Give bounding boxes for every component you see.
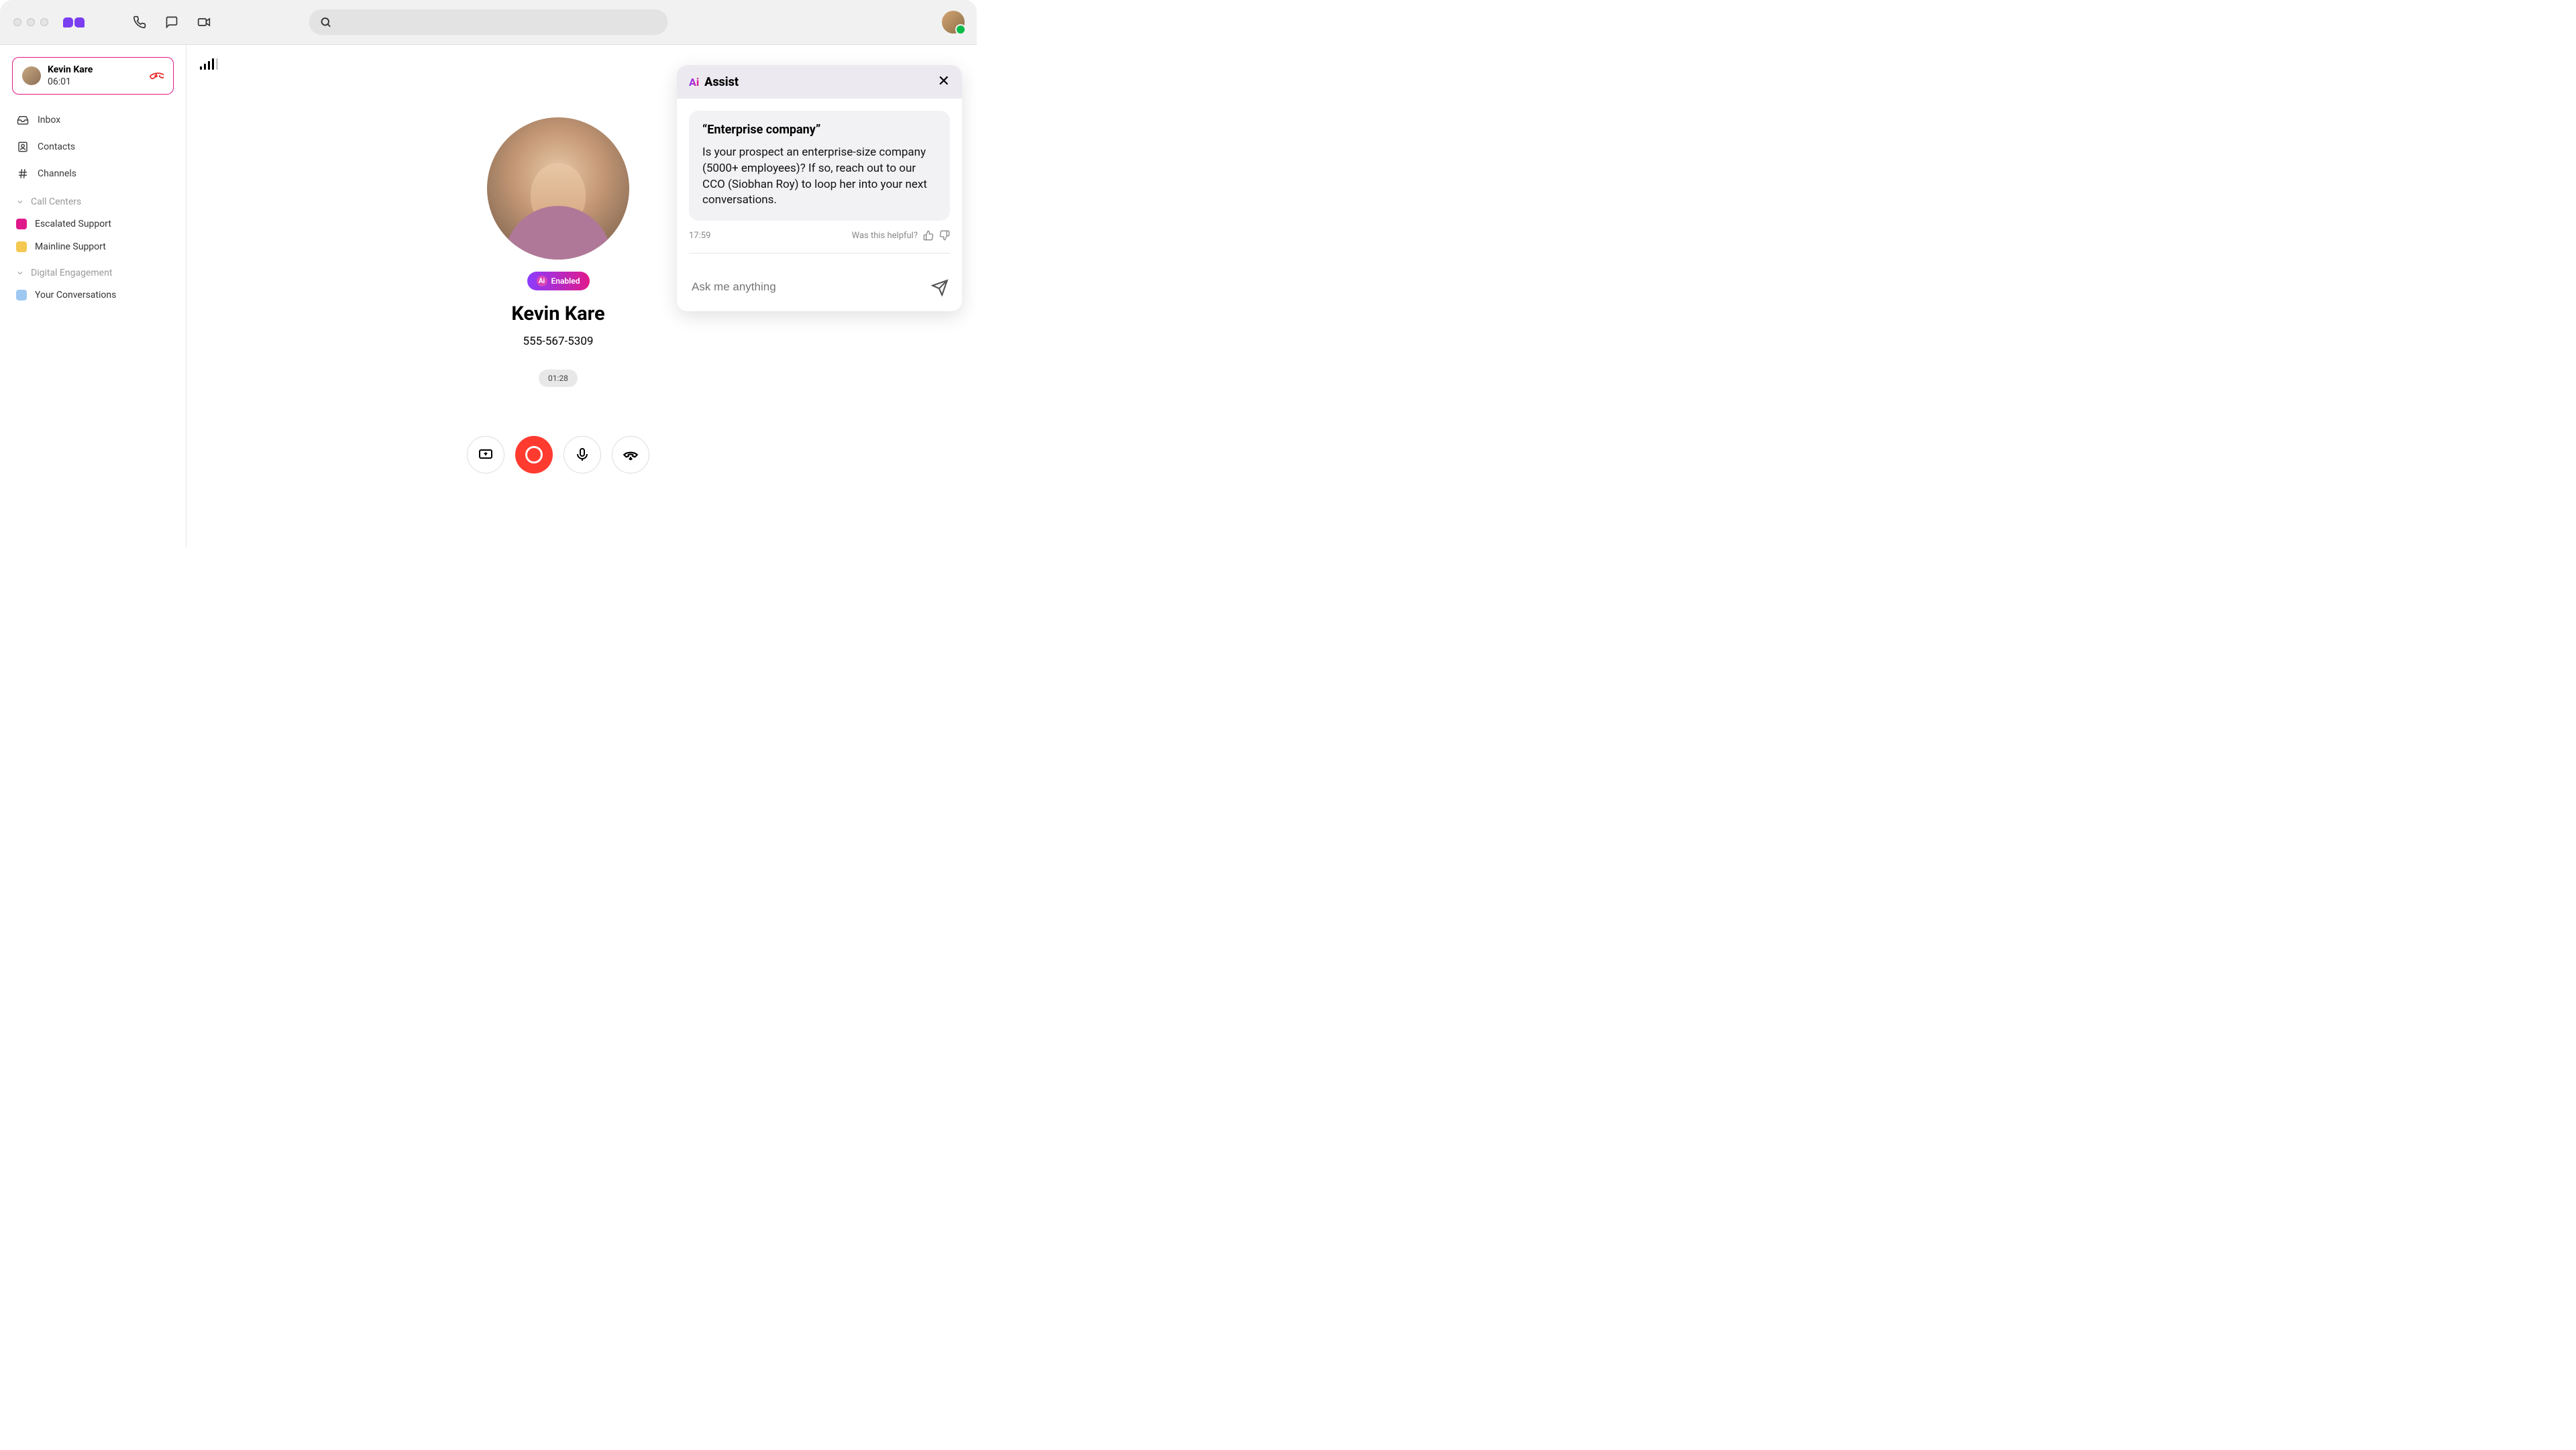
assist-input[interactable] [692,280,931,294]
assist-title: Assist [704,75,739,89]
nav-channels[interactable]: Channels [12,160,174,187]
phone-icon[interactable] [133,15,146,29]
call-avatar [22,66,41,85]
color-swatch [16,219,27,229]
call-controls [467,436,649,473]
cc-label: Your Conversations [35,290,116,300]
close-assist-button[interactable]: ✕ [938,74,950,89]
close-window-button[interactable] [13,18,21,26]
app-logo [63,17,85,27]
section-title: Call Centers [31,197,81,207]
assist-header: Ai Assist ✕ [677,65,962,99]
search-bar[interactable] [309,9,668,35]
contact-name: Kevin Kare [511,302,604,325]
color-swatch [16,290,27,300]
cc-escalated-support[interactable]: Escalated Support [12,213,174,235]
assist-message-title: “Enterprise company” [702,123,936,137]
maximize-window-button[interactable] [40,18,48,26]
contact-phone: 555-567-5309 [523,335,594,348]
window-controls [13,18,48,26]
section-call-centers[interactable]: Call Centers [12,187,174,213]
assist-timestamp: 17:59 [689,231,710,241]
current-user-avatar[interactable] [942,11,965,34]
video-icon[interactable] [197,15,211,29]
cc-label: Escalated Support [35,219,111,229]
assist-logo-icon: Ai [689,76,699,89]
minimize-window-button[interactable] [27,18,35,26]
hangup-icon[interactable] [149,68,164,83]
assist-message: “Enterprise company” Is your prospect an… [689,111,950,221]
record-icon [525,446,543,463]
section-title: Digital Engagement [31,268,112,278]
call-duration: 01:28 [539,370,578,387]
thumbs-up-button[interactable] [923,230,934,241]
cc-mainline-support[interactable]: Mainline Support [12,235,174,258]
assist-message-text: Is your prospect an enterprise-size comp… [702,145,936,209]
active-call-card[interactable]: Kevin Kare 06:01 [12,57,174,95]
active-call-time: 06:01 [48,76,149,87]
chevron-down-icon [16,269,24,277]
message-icon[interactable] [165,15,178,29]
nav-contacts[interactable]: Contacts [12,133,174,160]
nav-label: Channels [38,168,76,179]
sidebar: Kevin Kare 06:01 Inbox Contacts [0,45,186,547]
active-call-name: Kevin Kare [48,64,149,75]
contact-avatar [487,117,629,260]
main-content: Ai Enabled Kevin Kare 555-567-5309 01:28 [186,45,977,547]
helpful-label: Was this helpful? [852,231,918,241]
section-digital-engagement[interactable]: Digital Engagement [12,258,174,284]
chevron-down-icon [16,198,24,206]
nav-inbox[interactable]: Inbox [12,107,174,133]
app-window: Kevin Kare 06:01 Inbox Contacts [0,0,977,547]
de-your-conversations[interactable]: Your Conversations [12,284,174,306]
send-button[interactable] [931,279,947,295]
assist-panel: Ai Assist ✕ “Enterprise company” Is your… [677,65,962,311]
ai-badge-icon: Ai [537,276,547,286]
inbox-icon [16,113,30,127]
mute-button[interactable] [564,436,601,473]
search-icon [320,16,332,28]
hash-icon [16,167,30,180]
signal-strength-icon [200,58,218,70]
record-button[interactable] [515,436,553,473]
contacts-icon [16,140,30,154]
nav-label: Inbox [38,115,60,125]
cc-label: Mainline Support [35,241,106,252]
screen-share-button[interactable] [467,436,504,473]
color-swatch [16,241,27,252]
titlebar [0,0,977,45]
badge-label: Enabled [551,276,580,286]
end-call-button[interactable] [612,436,649,473]
nav-label: Contacts [38,142,75,152]
thumbs-down-button[interactable] [939,230,950,241]
ai-enabled-badge[interactable]: Ai Enabled [527,272,590,290]
